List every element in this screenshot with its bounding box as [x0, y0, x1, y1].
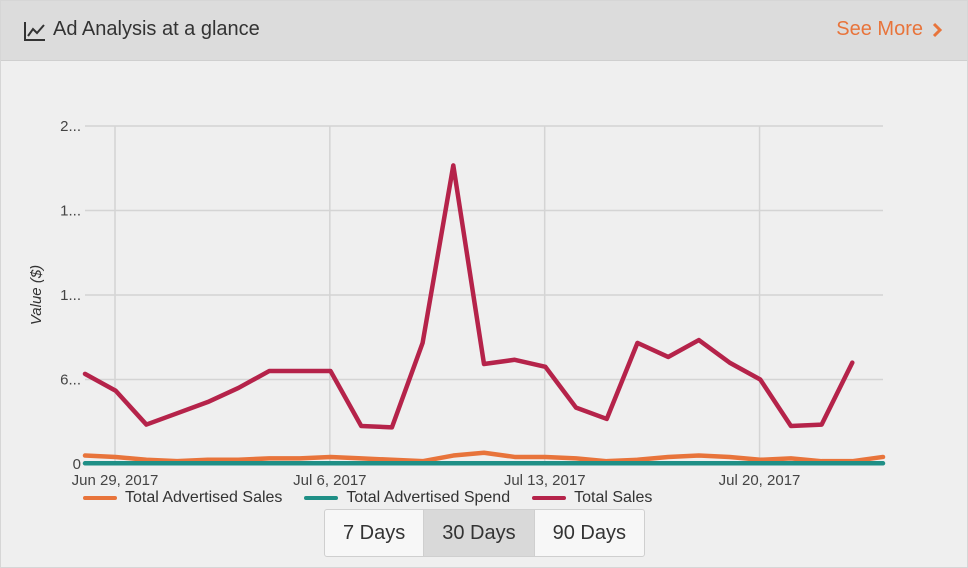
x-tick-label: Jul 20, 2017 [719, 472, 801, 489]
y-tick-label: 0 [73, 456, 81, 473]
see-more-link[interactable]: See More [836, 18, 943, 41]
x-tick-label: Jun 29, 2017 [72, 472, 159, 489]
line-chart: 0 6... 1... 1... 2... Jun 29, 2017 Jul 6, 2017… [28, 118, 886, 489]
legend-label: Total Advertised Spend [346, 489, 511, 506]
x-tick-label: Jul 13, 2017 [504, 472, 586, 489]
legend-swatch [83, 496, 117, 500]
see-more-label: See More [836, 18, 923, 40]
series-line-total-sales [82, 163, 855, 430]
y-axis-label: Value ($) [28, 265, 45, 325]
chart-legend: Total Advertised Sales Total Advertised S… [83, 488, 674, 508]
series-line-total-advertised-sales [82, 450, 886, 464]
range-button-90-days[interactable]: 90 Days [535, 510, 644, 556]
card-header: Ad Analysis at a glance See More [1, 1, 967, 61]
legend-swatch [304, 496, 339, 500]
line-chart-icon [24, 22, 45, 41]
x-tick-label: Jul 6, 2017 [293, 472, 366, 489]
legend-label: Total Sales [574, 489, 653, 506]
date-range-selector: 7 Days 30 Days 90 Days [324, 509, 645, 557]
y-tick-label: 1... [60, 287, 81, 304]
y-tick-label: 1... [60, 203, 81, 220]
legend-item[interactable]: Total Advertised Spend [304, 489, 510, 507]
card-title: Ad Analysis at a glance [53, 18, 260, 40]
ad-analysis-card: Ad Analysis at a glance See More 0 6... 1.… [0, 0, 968, 568]
legend-swatch [532, 496, 567, 500]
range-button-30-days[interactable]: 30 Days [424, 510, 535, 556]
y-tick-label: 2... [60, 118, 81, 135]
legend-item[interactable]: Total Sales [532, 489, 652, 507]
range-button-7-days[interactable]: 7 Days [325, 510, 425, 556]
y-tick-label: 6... [60, 372, 81, 389]
chevron-right-icon [932, 22, 943, 37]
legend-label: Total Advertised Sales [125, 489, 283, 506]
legend-item[interactable]: Total Advertised Sales [83, 489, 282, 507]
